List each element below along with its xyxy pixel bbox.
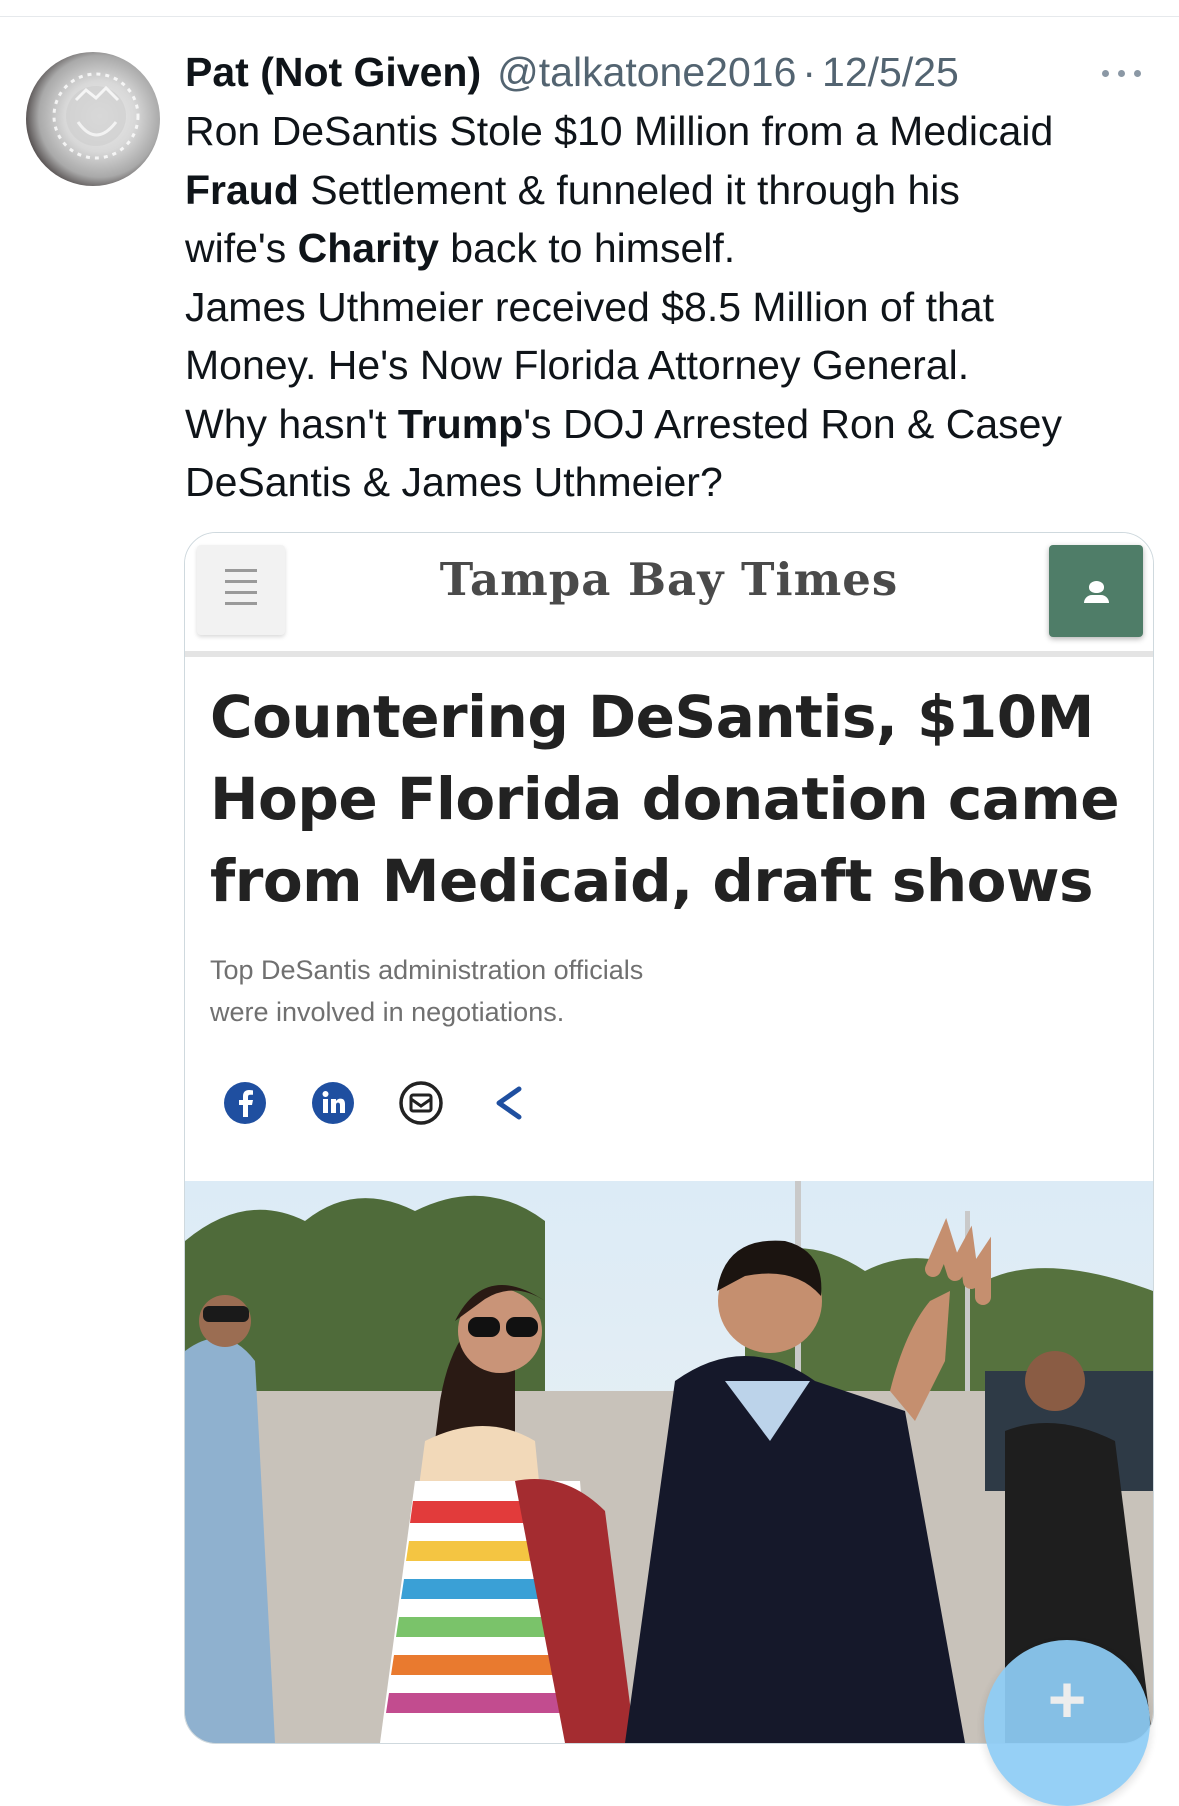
headline-line: Hope Florida donation came	[210, 765, 1120, 833]
text-run: 's DOJ Arrested Ron & Casey	[523, 400, 1062, 447]
tweet-line: DeSantis & James Uthmeier?	[185, 459, 723, 505]
subhead-line: were involved in negotiations.	[210, 997, 565, 1027]
text-run: back to himself.	[438, 225, 736, 271]
headline-line: from Medicaid, draft shows	[210, 847, 1094, 915]
header-divider	[185, 651, 1153, 657]
masthead: Tampa Bay Times	[439, 553, 899, 606]
author-name[interactable]: Pat (Not Given)	[185, 49, 481, 96]
bold-word: Trump	[397, 400, 524, 447]
author-avatar[interactable]	[26, 52, 160, 186]
email-icon[interactable]	[397, 1079, 445, 1127]
linkedin-icon[interactable]	[309, 1079, 357, 1127]
tweet-date[interactable]: 12/5/25	[822, 49, 959, 96]
headline-line: Countering DeSantis, $10M	[210, 683, 1094, 751]
tweet-text: Ron DeSantis Stole $10 Million from a Me…	[185, 102, 1160, 512]
tweet-line: Fraud Settlement & funneled it through h…	[185, 161, 1160, 220]
bold-word: Fraud	[185, 166, 299, 213]
more-options-icon[interactable]	[1098, 58, 1146, 88]
article-subhead: Top DeSantis administration officials we…	[210, 949, 910, 1033]
text-run: Why hasn't	[185, 400, 398, 447]
compose-button[interactable]: +	[984, 1640, 1150, 1806]
tweet-line: Why hasn't Trump's DOJ Arrested Ron & Ca…	[185, 395, 1160, 454]
tweet-header: Pat (Not Given) @talkatone2016 · 12/5/25	[185, 44, 959, 100]
site-header: Tampa Bay Times	[185, 533, 1153, 651]
photo-image	[185, 1181, 1153, 1743]
share-icon[interactable]	[485, 1079, 533, 1127]
separator-dot: ·	[802, 48, 817, 95]
tweet-line: wife's Charity back to himself.	[185, 219, 1160, 278]
article-photo[interactable]	[185, 1181, 1153, 1743]
text-run: Settlement & funneled it through his	[298, 166, 960, 213]
tweet-line: James Uthmeier received $8.5 Million of …	[185, 283, 994, 330]
author-handle[interactable]: @talkatone2016	[497, 49, 796, 96]
article-headline: Countering DeSantis, $10M Hope Florida d…	[210, 676, 1130, 922]
bold-word: Charity	[297, 225, 439, 271]
media-card[interactable]: Tampa Bay Times Countering DeSantis, $10…	[184, 532, 1154, 1744]
tweet-line: Ron DeSantis Stole $10 Million from a Me…	[185, 108, 1054, 154]
top-divider	[0, 16, 1179, 17]
account-person-icon[interactable]	[1049, 545, 1143, 637]
subhead-line: Top DeSantis administration officials	[210, 955, 644, 985]
facebook-icon[interactable]	[221, 1079, 269, 1127]
tweet-line: Money. He's Now Florida Attorney General…	[185, 342, 970, 388]
avatar-image	[52, 72, 140, 160]
compose-plus-icon: +	[1047, 1662, 1087, 1736]
text-run: wife's	[185, 225, 298, 271]
